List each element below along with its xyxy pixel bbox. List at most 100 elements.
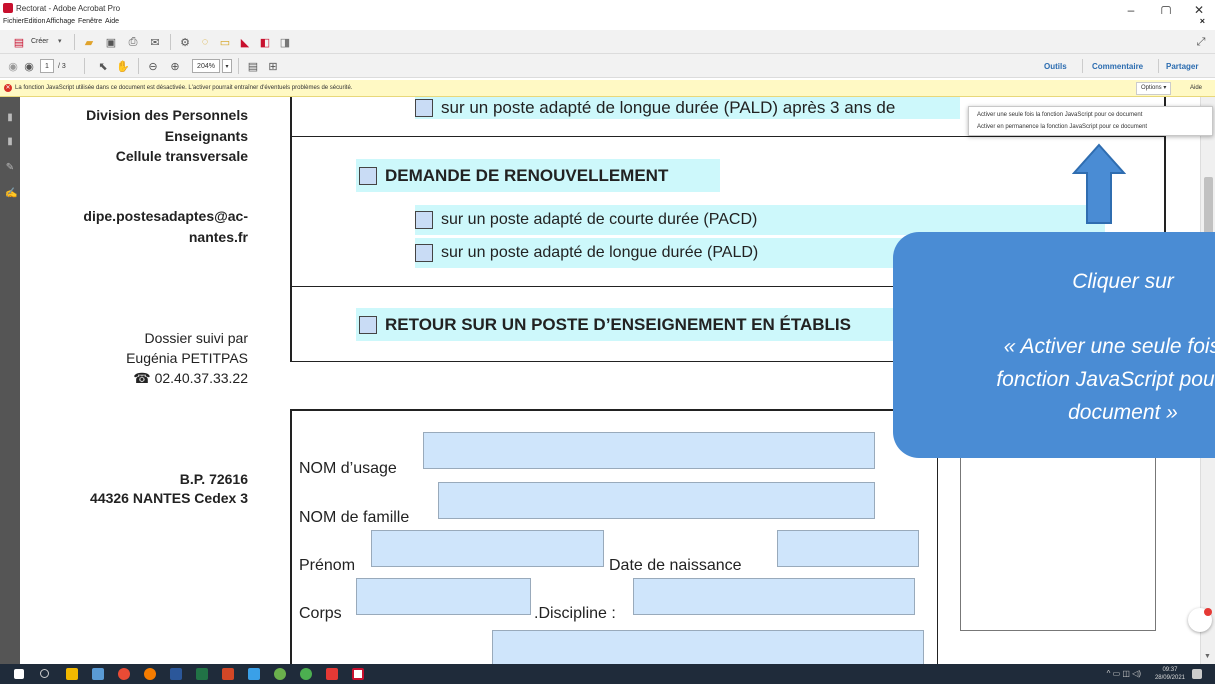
- nom-usage-field[interactable]: [423, 432, 875, 469]
- page-total: / 3: [58, 63, 66, 70]
- tab-commentaire[interactable]: Commentaire: [1092, 62, 1143, 71]
- hand-tool-icon[interactable]: ✋: [116, 59, 130, 73]
- heading-label: DEMANDE DE RENOUVELLEMENT: [385, 165, 669, 185]
- page-number-input[interactable]: 1: [40, 59, 54, 73]
- open-folder-icon[interactable]: ▰: [82, 35, 96, 49]
- notifications-icon[interactable]: [1192, 669, 1202, 679]
- option-pald[interactable]: sur un poste adapté de longue durée (PAL…: [415, 238, 915, 268]
- clock[interactable]: 09:37 28/09/2021: [1155, 666, 1185, 682]
- fit-width-icon[interactable]: ⊞: [266, 59, 280, 73]
- checkbox[interactable]: [415, 244, 433, 262]
- options-dropdown-menu: Activer une seule fois la fonction JavaS…: [968, 106, 1213, 136]
- powerpoint-icon[interactable]: [222, 668, 234, 680]
- acrobat-taskbar-icon[interactable]: [352, 668, 364, 680]
- signatures-icon[interactable]: ✍: [5, 189, 17, 199]
- warning-message: La fonction JavaScript utilisée dans ce …: [15, 85, 353, 91]
- print-icon[interactable]: ⎙: [126, 35, 140, 49]
- checkbox[interactable]: [415, 99, 433, 117]
- email-line1: dipe.postesadaptes@ac-: [83, 208, 248, 224]
- excel-icon[interactable]: [196, 668, 208, 680]
- discipline-label: .Discipline :: [534, 605, 616, 622]
- menu-affichage[interactable]: Affichage: [46, 18, 75, 25]
- app-icon[interactable]: [92, 668, 104, 680]
- aide-button[interactable]: Aide: [1190, 85, 1202, 91]
- app-icon[interactable]: [326, 668, 338, 680]
- sign-icon[interactable]: ◣: [238, 35, 252, 49]
- menu-aide[interactable]: Aide: [105, 18, 119, 25]
- word-icon[interactable]: [170, 668, 182, 680]
- option-pacd[interactable]: sur un poste adapté de courte durée (PAC…: [415, 205, 1105, 235]
- firefox-icon[interactable]: [144, 668, 156, 680]
- prenom-label: Prénom: [299, 557, 356, 574]
- instruction-callout: Cliquer sur « Activer une seule fois la …: [893, 232, 1215, 458]
- chrome-icon[interactable]: [118, 668, 130, 680]
- create-label[interactable]: Créer: [31, 38, 49, 45]
- retour-heading[interactable]: RETOUR SUR UN POSTE D’ENSEIGNEMENT EN ÉT…: [356, 308, 896, 341]
- document-close-button[interactable]: ×: [1200, 16, 1205, 26]
- nom-usage-label: NOM d’usage: [299, 460, 397, 477]
- enable-javascript-permanently-item[interactable]: Activer en permanence la fonction JavaSc…: [977, 124, 1147, 130]
- enable-javascript-once-item[interactable]: Activer une seule fois la fonction JavaS…: [977, 112, 1142, 118]
- mail-icon[interactable]: ✉: [148, 35, 162, 49]
- search-icon[interactable]: [40, 669, 49, 678]
- prenom-field[interactable]: [371, 530, 604, 567]
- javascript-warning-bar: ✕ La fonction JavaScript utilisée dans c…: [0, 80, 1215, 97]
- zoom-in-icon[interactable]: ⊕: [168, 59, 182, 73]
- callout-line1: Cliquer sur: [1072, 270, 1174, 293]
- menu-fichier[interactable]: Fichier: [3, 18, 24, 25]
- discipline-field[interactable]: [633, 578, 915, 615]
- toolbar-divider: [138, 58, 139, 74]
- sticky-note-icon[interactable]: ▭: [218, 35, 232, 49]
- tab-outils[interactable]: Outils: [1044, 62, 1067, 71]
- create-pdf-icon[interactable]: ▤: [12, 35, 26, 49]
- scroll-down-icon[interactable]: ▼: [1204, 653, 1211, 660]
- menu-fenetre[interactable]: Fenêtre: [78, 18, 102, 25]
- file-explorer-icon[interactable]: [66, 668, 78, 680]
- attachments-icon[interactable]: ✎: [5, 163, 15, 173]
- comment-icon[interactable]: ◌: [198, 35, 212, 49]
- zoom-out-icon[interactable]: ⊖: [146, 59, 160, 73]
- review-icon[interactable]: ◧: [258, 35, 272, 49]
- previous-page-icon[interactable]: ◉: [6, 59, 20, 73]
- pages-icon[interactable]: ▮: [5, 113, 15, 123]
- main-toolbar: ▤ Créer ▾ ▰ ▣ ⎙ ✉ ⚙ ◌ ▭ ◣ ◧ ◨ ⤢: [0, 30, 1215, 54]
- app-icon[interactable]: [274, 668, 286, 680]
- zoom-dropdown-icon[interactable]: ▾: [222, 59, 232, 73]
- options-button[interactable]: Options ▾: [1136, 82, 1172, 95]
- callout-line2: « Activer une seule fois la fonction Jav…: [893, 330, 1215, 429]
- option-label: sur un poste adapté de longue durée (PAL…: [441, 244, 759, 261]
- bookmarks-icon[interactable]: ▮: [5, 137, 15, 147]
- combine-icon[interactable]: ◨: [278, 35, 292, 49]
- browser-icon[interactable]: [248, 668, 260, 680]
- city-label: 44326 NANTES Cedex 3: [90, 490, 248, 506]
- toolbar-divider: [74, 34, 75, 50]
- save-icon[interactable]: ▣: [104, 35, 118, 49]
- checkbox[interactable]: [359, 315, 377, 334]
- system-tray-icons[interactable]: ^ ▭ ◫ ◁): [1107, 669, 1141, 678]
- fit-page-icon[interactable]: ▤: [246, 59, 260, 73]
- start-icon[interactable]: [14, 669, 24, 679]
- expand-icon[interactable]: ⤢: [1194, 35, 1208, 49]
- cellule-label: Cellule transversale: [115, 148, 248, 164]
- additional-field[interactable]: [492, 630, 924, 664]
- app-icon[interactable]: [300, 668, 312, 680]
- date-naissance-field[interactable]: [777, 530, 919, 567]
- corps-field[interactable]: [356, 578, 531, 615]
- option-pald-partial[interactable]: sur un poste adapté de longue durée (PAL…: [415, 97, 960, 119]
- window-title: Rectorat - Adobe Acrobat Pro: [16, 4, 121, 13]
- nom-famille-field[interactable]: [438, 482, 875, 519]
- tab-partager[interactable]: Partager: [1166, 62, 1198, 71]
- settings-icon[interactable]: ⚙: [178, 35, 192, 49]
- chat-assistant-icon[interactable]: [1188, 608, 1212, 632]
- toolbar-divider: [238, 58, 239, 74]
- next-page-icon[interactable]: ◉: [22, 59, 36, 73]
- scrollbar-thumb[interactable]: [1204, 177, 1213, 237]
- zoom-input[interactable]: 204%: [192, 59, 220, 73]
- select-cursor-icon[interactable]: ⬉: [96, 59, 110, 73]
- menu-edition[interactable]: Edition: [24, 18, 45, 25]
- checkbox[interactable]: [359, 166, 377, 185]
- checkbox[interactable]: [415, 211, 433, 229]
- chevron-down-icon[interactable]: ▾: [58, 37, 62, 45]
- renouvellement-heading[interactable]: DEMANDE DE RENOUVELLEMENT: [356, 159, 720, 192]
- navigation-toolbar: ◉ ◉ 1 / 3 ⬉ ✋ ⊖ ⊕ 204% ▾ ▤ ⊞ Outils Comm…: [0, 54, 1215, 78]
